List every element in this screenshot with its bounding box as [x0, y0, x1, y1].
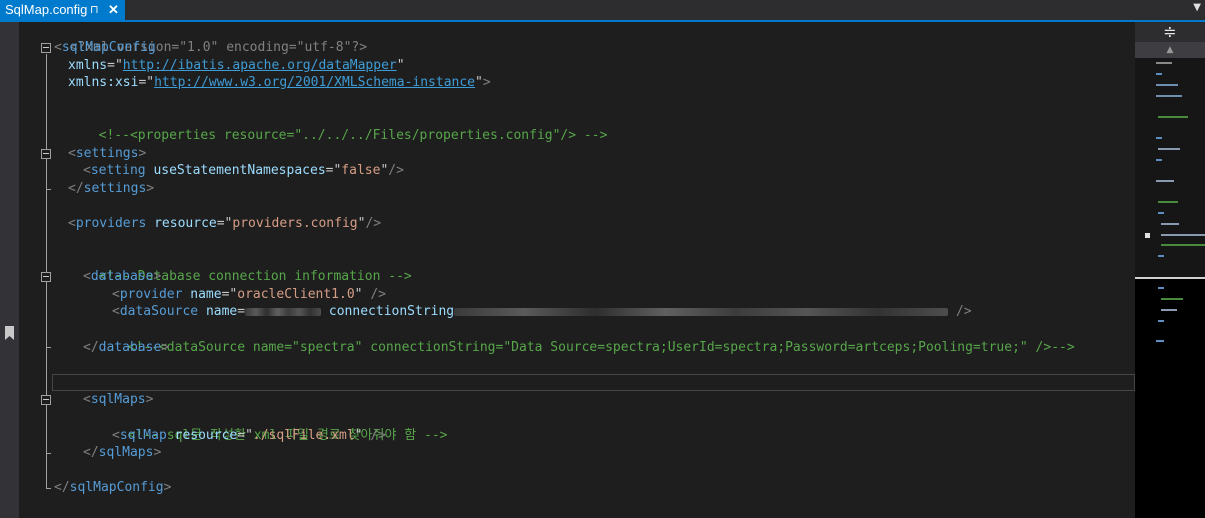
attr-name: xmlns:xsi — [68, 75, 139, 90]
code-line: <database> — [83, 269, 162, 284]
attr-name: name — [190, 287, 222, 302]
code-line: <!-- sql문 작성한 xml 파일 경로 찾아줘야 함 --> — [112, 409, 448, 443]
tag-name: database — [98, 340, 162, 355]
map-line — [1161, 244, 1205, 246]
attr-value: providers.config — [232, 216, 358, 231]
attr-name: xmlns — [68, 58, 108, 73]
schema-link[interactable]: http://www.w3.org/2001/XMLSchema-instanc… — [154, 75, 475, 90]
code-line: <?xml version="1.0" encoding="utf-8"?> — [54, 21, 367, 55]
tag-name: sqlMaps — [90, 392, 146, 407]
attr-value: false — [341, 163, 381, 178]
tag-name: settings — [75, 146, 139, 161]
code-line: <settings> — [68, 146, 147, 161]
tab-label: SqlMap.config — [5, 2, 88, 17]
tag-name: providers — [75, 216, 147, 231]
attr-name: useStatementNamespaces — [153, 163, 326, 178]
code-line: <sqlMaps> — [83, 392, 154, 407]
pin-icon[interactable]: ⊓ — [90, 0, 99, 20]
map-line — [1156, 180, 1174, 182]
map-line — [1156, 84, 1178, 86]
redacted-value — [454, 307, 949, 316]
attr-name: connectionString — [328, 304, 455, 319]
code-line: <!-- Database connection information --> — [83, 250, 412, 284]
map-line — [1161, 234, 1205, 236]
code-line: <provider name="oracleClient1.0" /> — [112, 287, 386, 302]
tag-name: sqlMap — [119, 428, 167, 443]
attr-value: ./sqlFile.xml — [252, 428, 355, 443]
tag-name: sqlMaps — [98, 445, 154, 460]
map-line — [1158, 148, 1180, 150]
redacted-value — [245, 307, 322, 316]
tag-name: settings — [83, 181, 147, 196]
attr-name: resource — [154, 216, 217, 231]
code-line: xmlns:xsi="http://www.w3.org/2001/XMLSch… — [68, 75, 491, 90]
comment: <!--<properties resource="../../../Files… — [98, 127, 608, 143]
code-line: <!--<properties resource="../../../Files… — [83, 109, 608, 143]
map-line — [1156, 73, 1162, 75]
scroll-up-icon[interactable]: ▲ — [1135, 42, 1205, 58]
code-line: xmlns="http://ibatis.apache.org/dataMapp… — [68, 58, 405, 73]
close-icon[interactable]: ✕ — [108, 0, 119, 20]
tag-name: setting — [90, 163, 146, 178]
code-line: <sqlMap resource="./sqlFile.xml" /> — [112, 428, 386, 443]
tag-name: dataSource — [119, 304, 199, 319]
code-line: </database> — [83, 340, 170, 355]
map-line — [1156, 62, 1172, 64]
tag-name: provider — [119, 287, 183, 302]
chevron-down-icon[interactable]: ▼ — [1193, 2, 1201, 13]
code-line: <sqlMapConfig — [54, 40, 156, 55]
code-line: <!--<dataSource name="spectra" connectio… — [112, 321, 1075, 355]
map-line — [1156, 340, 1164, 342]
code-line: </sqlMapConfig> — [54, 480, 172, 495]
map-line — [1158, 255, 1164, 257]
split-icon[interactable]: ≑ — [1135, 22, 1205, 42]
map-line — [1156, 137, 1162, 139]
code-line: </settings> — [68, 181, 155, 196]
map-line — [1156, 159, 1162, 161]
code-line: <setting useStatementNamespaces="false"/… — [83, 163, 404, 178]
attr-name: resource — [174, 428, 238, 443]
tag-name: sqlMapConfig — [61, 40, 156, 55]
code-line: <providers resource="providers.config"/> — [68, 216, 382, 231]
tag-name: sqlMapConfig — [69, 480, 164, 495]
map-line — [1158, 287, 1164, 289]
attr-value: oracleClient1.0 — [237, 287, 355, 302]
map-line — [1158, 212, 1164, 214]
map-caret-marker — [1145, 233, 1150, 238]
tab-bar: SqlMap.config ⊓ ✕ ▼ — [0, 0, 1205, 22]
namespace-link[interactable]: http://ibatis.apache.org/dataMapper — [123, 58, 397, 73]
tab-sqlmap-config[interactable]: SqlMap.config ⊓ ✕ — [0, 0, 125, 20]
code-line: <dataSource name= connectionString /> — [112, 304, 972, 319]
map-line — [1158, 201, 1178, 203]
map-line — [1158, 320, 1164, 322]
tag-name: database — [90, 269, 154, 284]
map-line — [1161, 223, 1179, 225]
comment: <!--<dataSource name="spectra" connectio… — [127, 339, 1075, 355]
attr-name: name — [205, 304, 238, 319]
map-line — [1161, 298, 1183, 300]
map-line — [1158, 116, 1188, 118]
map-line — [1161, 309, 1177, 311]
map-line — [1156, 95, 1182, 97]
code-line: </sqlMaps> — [83, 445, 162, 460]
